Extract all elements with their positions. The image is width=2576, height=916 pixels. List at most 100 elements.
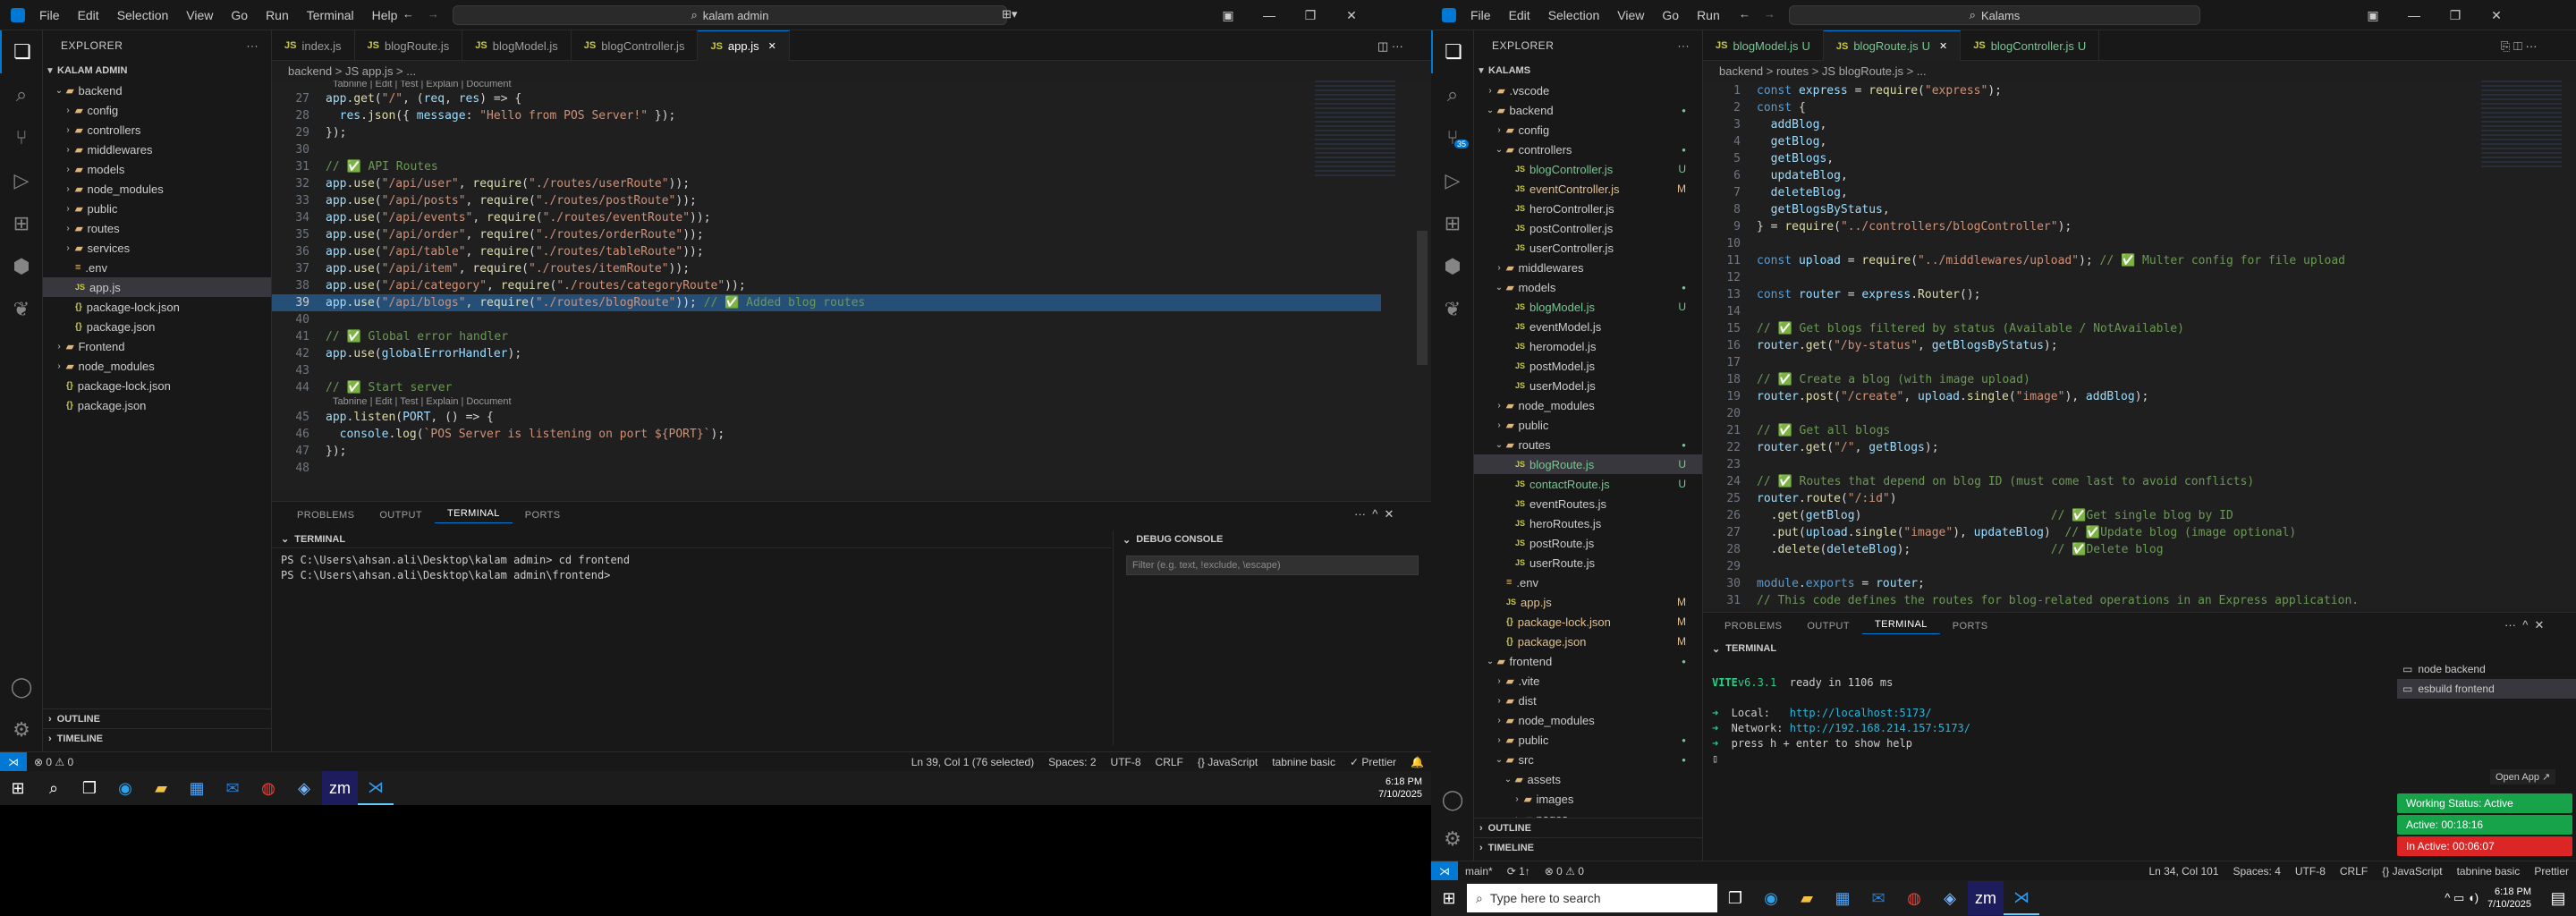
tree-file[interactable]: ≡ .env <box>1474 572 1702 592</box>
panel-tab-ports[interactable]: PORTS <box>1940 621 2001 632</box>
code-line[interactable]: 34 app.use("/api/events", require("./rout… <box>272 209 1381 226</box>
open-app-button[interactable]: Open App ↗ <box>2490 769 2556 785</box>
tree-file[interactable]: JS app.js <box>43 277 271 297</box>
code-line[interactable]: 23 <box>1703 456 2526 473</box>
editor-tab[interactable]: JS blogRoute.js U ✕ <box>1823 30 1962 61</box>
tree-folder[interactable]: › ▰ node_modules <box>1474 395 1702 415</box>
tree-file[interactable]: JS eventModel.js <box>1474 317 1702 336</box>
close-tab-icon[interactable]: ✕ <box>768 40 776 52</box>
tree-file[interactable]: {} package.json <box>43 395 271 415</box>
timeline-section[interactable]: › TIMELINE <box>43 728 271 748</box>
explorer-icon[interactable]: ❏ <box>0 30 43 73</box>
close-icon[interactable]: ✕ <box>2476 8 2517 23</box>
more-actions-icon[interactable]: ··· <box>1678 39 1690 52</box>
code-line[interactable]: 15 // ✅ Get blogs filtered by status (Ava… <box>1703 320 2526 337</box>
code-line[interactable]: 42 app.use(globalErrorHandler); <box>272 345 1381 362</box>
timeline-section[interactable]: › TIMELINE <box>1474 837 1702 857</box>
tree-file[interactable]: JS postController.js <box>1474 218 1702 238</box>
editor-tab[interactable]: JS index.js <box>272 30 355 61</box>
tree-folder[interactable]: ⌄ ▰ models ● <box>1474 277 1702 297</box>
tree-folder[interactable]: › ▰ images <box>1474 789 1702 809</box>
tree-folder[interactable]: ⌄ ▰ backend <box>43 81 271 100</box>
panel-tab-ports[interactable]: PORTS <box>513 510 573 521</box>
more-actions-icon[interactable]: ··· <box>247 39 259 52</box>
extensions-icon[interactable]: ⊞ <box>1431 202 1474 245</box>
close-tab-icon[interactable]: ✕ <box>1939 40 1947 52</box>
tree-file[interactable]: JS eventRoutes.js <box>1474 494 1702 513</box>
tree-folder[interactable]: › ▰ controllers <box>43 120 271 140</box>
editor-tab[interactable]: JS blogModel.js <box>462 30 572 61</box>
code-line[interactable]: 47}); <box>272 443 1381 460</box>
menu-item-run[interactable]: Run <box>257 8 298 22</box>
code-line[interactable]: 40 <box>272 311 1381 328</box>
code-line[interactable]: 3 addBlog, <box>1703 116 2526 133</box>
editor-tab[interactable]: JS blogController.js U <box>1961 30 2100 61</box>
search-icon[interactable]: ⌕ <box>1431 73 1474 116</box>
code-line[interactable]: 27 app.get("/", (req, res) => { <box>272 90 1381 107</box>
code-line[interactable]: 10 <box>1703 235 2526 252</box>
task-view-icon[interactable]: ❐ <box>72 771 107 805</box>
code-line[interactable]: 2 const { <box>1703 99 2526 116</box>
code-line[interactable]: 29 <box>1703 558 2526 575</box>
notifications-icon[interactable]: 🔔 <box>1403 756 1431 768</box>
tree-file[interactable]: JS eventController.js M <box>1474 179 1702 199</box>
zoom-icon[interactable]: zm <box>1968 881 2004 915</box>
mongodb-icon[interactable]: ❦ <box>1431 288 1474 331</box>
tree-folder[interactable]: ⌄ ▰ routes ● <box>1474 435 1702 454</box>
tree-folder[interactable]: › ▰ public <box>43 199 271 218</box>
right-terminal-output[interactable]: VITE v6.3.1 ready in 1106 ms ➜ Local: ht… <box>1703 657 2392 768</box>
right-code-editor[interactable]: 1 const express = require("express"); 2 con… <box>1703 81 2576 608</box>
edge-icon[interactable]: ◉ <box>1753 881 1789 915</box>
cursor-position[interactable]: Ln 39, Col 1 (76 selected) <box>904 756 1041 768</box>
menu-item-file[interactable]: File <box>1462 8 1500 22</box>
source-control-icon[interactable]: ⑂ <box>0 116 43 159</box>
workspace-root[interactable]: ▼ KALAMS <box>1474 61 1702 81</box>
windows-start-icon[interactable]: ⊞ <box>0 771 36 805</box>
encoding-status[interactable]: UTF-8 <box>1104 756 1148 768</box>
code-line[interactable]: 37 app.use("/api/item", require("./routes… <box>272 260 1381 277</box>
code-line[interactable]: 1 const express = require("express"); <box>1703 82 2526 99</box>
eol-status[interactable]: CRLF <box>2333 865 2375 878</box>
minimize-icon[interactable]: — <box>2394 8 2435 22</box>
docker-icon[interactable]: ⬢ <box>1431 245 1474 288</box>
code-line[interactable]: 5 getBlogs, <box>1703 150 2526 167</box>
editor-tab[interactable]: JS blogModel.js U <box>1703 30 1824 61</box>
code-line[interactable]: 7 deleteBlog, <box>1703 184 2526 201</box>
tree-file[interactable]: JS app.js M <box>1474 592 1702 612</box>
code-line[interactable]: 17 <box>1703 354 2526 371</box>
code-line[interactable]: 16 router.get("/by-status", getBlogsBySta… <box>1703 337 2526 354</box>
code-line[interactable]: 46 console.log(`POS Server is listening … <box>272 426 1381 443</box>
manage-gear-icon[interactable]: ⚙ <box>0 708 43 751</box>
code-line[interactable]: 39 app.use("/api/blogs", require("./route… <box>272 294 1381 311</box>
tree-folder[interactable]: › ▰ node_modules <box>1474 710 1702 730</box>
docker-icon[interactable]: ⬢ <box>0 245 43 288</box>
tree-file[interactable]: {} package-lock.json <box>43 376 271 395</box>
code-line[interactable]: 4 getBlog, <box>1703 133 2526 150</box>
tree-file[interactable]: ≡ .env <box>43 258 271 277</box>
tree-file[interactable]: JS blogController.js U <box>1474 159 1702 179</box>
code-line[interactable]: 41 // ✅ Global error handler <box>272 328 1381 345</box>
chrome-icon[interactable]: ◍ <box>1896 881 1932 915</box>
tree-folder[interactable]: › ▰ routes <box>43 218 271 238</box>
code-line[interactable]: 33 app.use("/api/posts", require("./route… <box>272 192 1381 209</box>
indent-status[interactable]: Spaces: 4 <box>2226 865 2288 878</box>
remote-icon[interactable]: ⋊ <box>0 751 27 771</box>
nav-forward-icon[interactable]: → <box>1764 7 1775 21</box>
terminal-instance[interactable]: ▭ esbuild frontend <box>2397 679 2576 699</box>
tree-folder[interactable]: › ▰ Frontend <box>43 336 271 356</box>
vscode-taskbar-icon[interactable]: ⋊ <box>358 771 394 805</box>
outlook-icon[interactable]: ✉ <box>215 771 250 805</box>
left-clock[interactable]: 6:18 PM 7/10/2025 <box>1378 776 1422 801</box>
run-debug-icon[interactable]: ▷ <box>1431 159 1474 202</box>
language-status[interactable]: {} JavaScript <box>2375 865 2449 878</box>
source-control-icon[interactable]: ⑂ 35 <box>1431 116 1474 159</box>
tree-folder[interactable]: ⌄ ▰ frontend ● <box>1474 651 1702 671</box>
indent-status[interactable]: Spaces: 2 <box>1041 756 1103 768</box>
code-line[interactable]: 45 app.listen(PORT, () => { <box>272 409 1381 426</box>
eol-status[interactable]: CRLF <box>1148 756 1191 768</box>
editor-tab[interactable]: JS blogRoute.js <box>355 30 463 61</box>
language-status[interactable]: {} JavaScript <box>1191 756 1265 768</box>
prettier-status[interactable]: ✓ Prettier <box>1343 756 1403 768</box>
tabnine-status[interactable]: tabnine basic <box>1265 756 1343 768</box>
tree-folder[interactable]: › ▰ middlewares <box>43 140 271 159</box>
